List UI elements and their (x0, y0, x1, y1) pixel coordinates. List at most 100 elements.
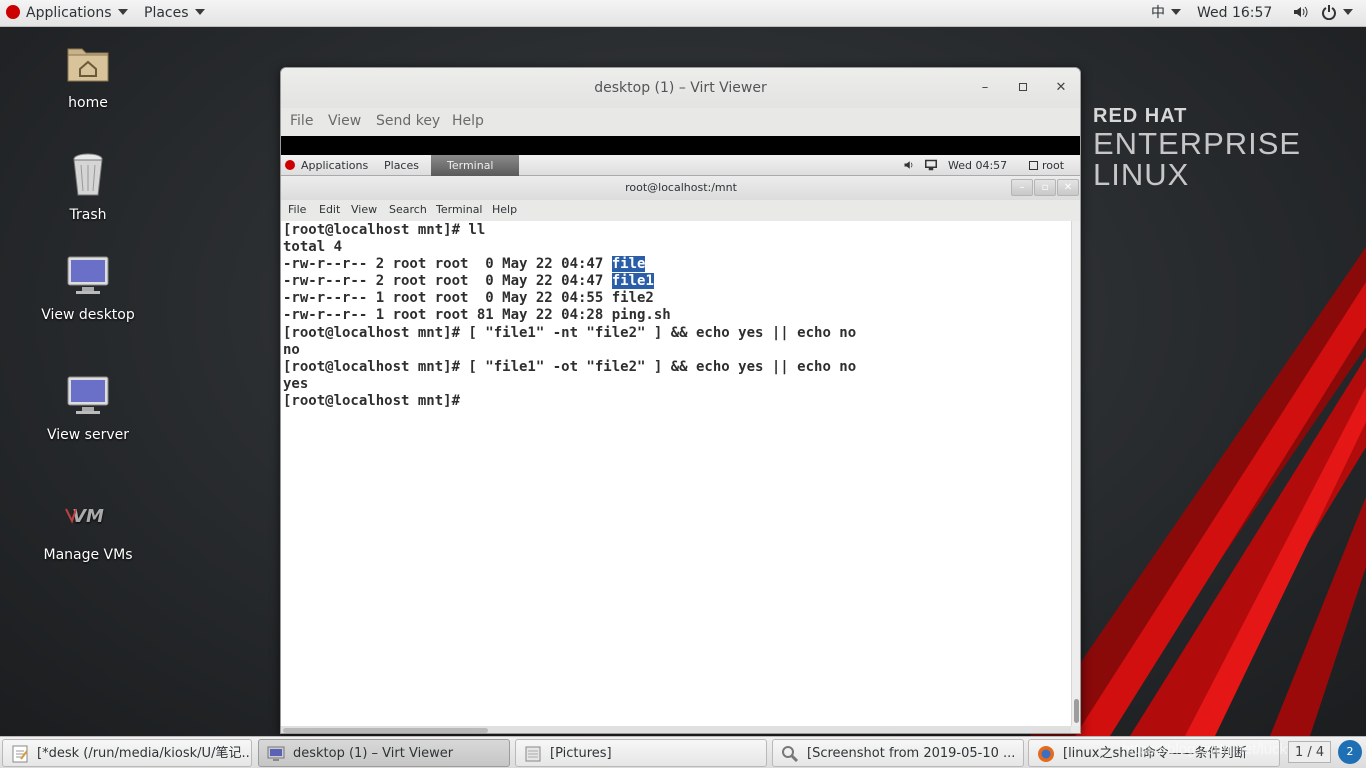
minimize-button[interactable]: – (975, 78, 995, 98)
terminal-line: -rw-r--r-- 1 root root 0 May 22 04:55 fi… (283, 290, 654, 307)
terminal-prompt: [root@localhost mnt]# (283, 392, 469, 409)
window-title: desktop (1) – Virt Viewer (281, 68, 1080, 108)
chevron-down-icon (1171, 9, 1181, 15)
guest-places-menu[interactable]: Places (384, 155, 419, 176)
input-method-menu[interactable]: 中 (1151, 0, 1181, 27)
places-label: Places (144, 5, 189, 21)
selected-filename: file1 (611, 273, 654, 290)
guest-clock[interactable]: Wed 04:57 (948, 155, 1007, 176)
desktop-icon-label: Manage VMs (43, 547, 133, 563)
file-manager-icon (524, 745, 542, 763)
task-virt-viewer[interactable]: desktop (1) – Virt Viewer (258, 739, 510, 767)
places-menu[interactable]: Places (144, 0, 205, 27)
guest-terminal-taskitem[interactable]: Terminal (431, 155, 519, 176)
task-label: [Pictures] (550, 746, 612, 761)
applications-label: Applications (26, 5, 112, 21)
maximize-button[interactable] (1013, 78, 1033, 98)
selected-filename: file (611, 256, 646, 273)
virt-viewer-icon (267, 745, 285, 763)
scrollbar-thumb[interactable] (283, 728, 488, 733)
desktop-icon-label: home (68, 95, 108, 111)
display-border (281, 136, 1080, 155)
terminal-line: total 4 (283, 239, 343, 256)
terminal-menu-view[interactable]: View (351, 203, 377, 216)
terminal-menu-help[interactable]: Help (492, 203, 517, 216)
task-image-viewer[interactable]: [Screenshot from 2019-05-10 ... (772, 739, 1024, 767)
terminal-menu-search[interactable]: Search (389, 203, 427, 216)
guest-applications-label: Applications (301, 159, 369, 172)
desktop-icon-view-desktop[interactable]: View desktop (23, 251, 153, 323)
terminal-minimize-button[interactable]: – (1011, 179, 1033, 196)
top-panel: Applications Places 中 Wed 16:57 (0, 0, 1366, 27)
terminal-scrollbar[interactable] (1071, 221, 1080, 726)
terminal-title: root@localhost:/mnt (281, 176, 1080, 200)
notification-badge[interactable]: 2 (1338, 740, 1362, 764)
terminal-line: yes (283, 375, 309, 392)
brand-linux: LINUX (1093, 157, 1190, 192)
terminal-menu-terminal[interactable]: Terminal (436, 203, 483, 216)
terminal-output[interactable]: [root@localhost mnt]# ll total 4 -rw-r--… (281, 221, 1071, 726)
desktop-icon-trash[interactable]: Trash (23, 151, 153, 223)
home-folder-icon (64, 39, 112, 87)
guest-applications-menu[interactable]: Applications (285, 155, 368, 176)
volume-icon[interactable] (1292, 0, 1308, 27)
desktop-icon-label: View desktop (41, 307, 135, 323)
menu-help[interactable]: Help (452, 113, 484, 129)
terminal-line: [root@localhost mnt]# [ "file1" -ot "fil… (283, 358, 857, 375)
text-editor-icon (11, 745, 29, 763)
trash-icon (64, 151, 112, 199)
workspace-pager[interactable]: 1 / 4 (1288, 741, 1332, 763)
virt-viewer-menubar: File View Send key Help (281, 108, 1080, 136)
guest-display[interactable]: Applications Places Terminal Wed 04:57 r… (281, 155, 1080, 733)
terminal-line: [root@localhost mnt]# ll (283, 222, 486, 238)
guest-volume-icon[interactable] (903, 155, 915, 176)
firefox-icon (1037, 745, 1055, 763)
terminal-line: no (283, 341, 300, 358)
terminal-close-button[interactable]: ✕ (1057, 179, 1079, 196)
terminal-menu-file[interactable]: File (288, 203, 306, 216)
monitor-icon (64, 371, 112, 419)
close-button[interactable]: ✕ (1051, 78, 1071, 98)
maximize-icon (1019, 83, 1027, 91)
scrollbar-thumb[interactable] (1074, 699, 1079, 723)
guest-network-icon[interactable] (925, 155, 937, 176)
brand-enterprise: ENTERPRISE (1093, 126, 1302, 161)
monitor-icon (64, 251, 112, 299)
menu-view[interactable]: View (328, 113, 361, 129)
virt-viewer-window: desktop (1) – Virt Viewer – ✕ File View … (280, 67, 1081, 734)
desktop-icon-home[interactable]: home (23, 39, 153, 111)
chevron-down-icon (194, 9, 205, 15)
desktop-icon-manage-vms[interactable]: VM Manage VMs (23, 491, 153, 563)
terminal-line: -rw-r--r-- 2 root root 0 May 22 04:47 fi… (283, 256, 1071, 273)
terminal-window: root@localhost:/mnt – ▫ ✕ File Edit View… (281, 176, 1080, 733)
guest-user-menu[interactable]: root (1029, 155, 1064, 176)
terminal-line-text: -rw-r--r-- 2 root root 0 May 22 04:47 (283, 256, 612, 273)
power-icon[interactable] (1321, 0, 1353, 27)
task-text-editor[interactable]: [*desk (/run/media/kiosk/U/笔记... (2, 739, 252, 767)
task-file-manager[interactable]: [Pictures] (515, 739, 767, 767)
user-icon (1029, 161, 1038, 170)
guest-places-label: Places (384, 159, 419, 172)
clock[interactable]: Wed 16:57 (1197, 0, 1272, 27)
svg-text:VM: VM (72, 506, 104, 527)
terminal-menu-edit[interactable]: Edit (319, 203, 340, 216)
brand-red-hat: RED HAT (1093, 105, 1188, 127)
clock-label: Wed 16:57 (1197, 5, 1273, 21)
task-label: [*desk (/run/media/kiosk/U/笔记... (37, 746, 252, 761)
guest-top-panel: Applications Places Terminal Wed 04:57 r… (281, 155, 1080, 176)
desktop-icon-label: Trash (69, 207, 107, 223)
task-label: desktop (1) – Virt Viewer (293, 746, 454, 761)
menu-file[interactable]: File (290, 113, 313, 129)
task-label: [Screenshot from 2019-05-10 ... (807, 746, 1016, 761)
terminal-line: -rw-r--r-- 2 root root 0 May 22 04:47 fi… (283, 273, 1071, 290)
guest-horizontal-scrollbar[interactable] (281, 726, 1071, 733)
redhat-logo-icon (6, 5, 20, 19)
terminal-maximize-button[interactable]: ▫ (1034, 179, 1056, 196)
menu-send-key[interactable]: Send key (376, 113, 440, 129)
applications-menu[interactable]: Applications (6, 0, 128, 27)
rhel-branding: RED HAT ENTERPRISE LINUX (1093, 105, 1301, 190)
guest-user-label: root (1042, 159, 1065, 172)
desktop-icon-view-server[interactable]: View server (23, 371, 153, 443)
guest-clock-label: Wed 04:57 (948, 159, 1008, 172)
terminal-line: -rw-r--r-- 1 root root 81 May 22 04:28 p… (283, 307, 671, 324)
